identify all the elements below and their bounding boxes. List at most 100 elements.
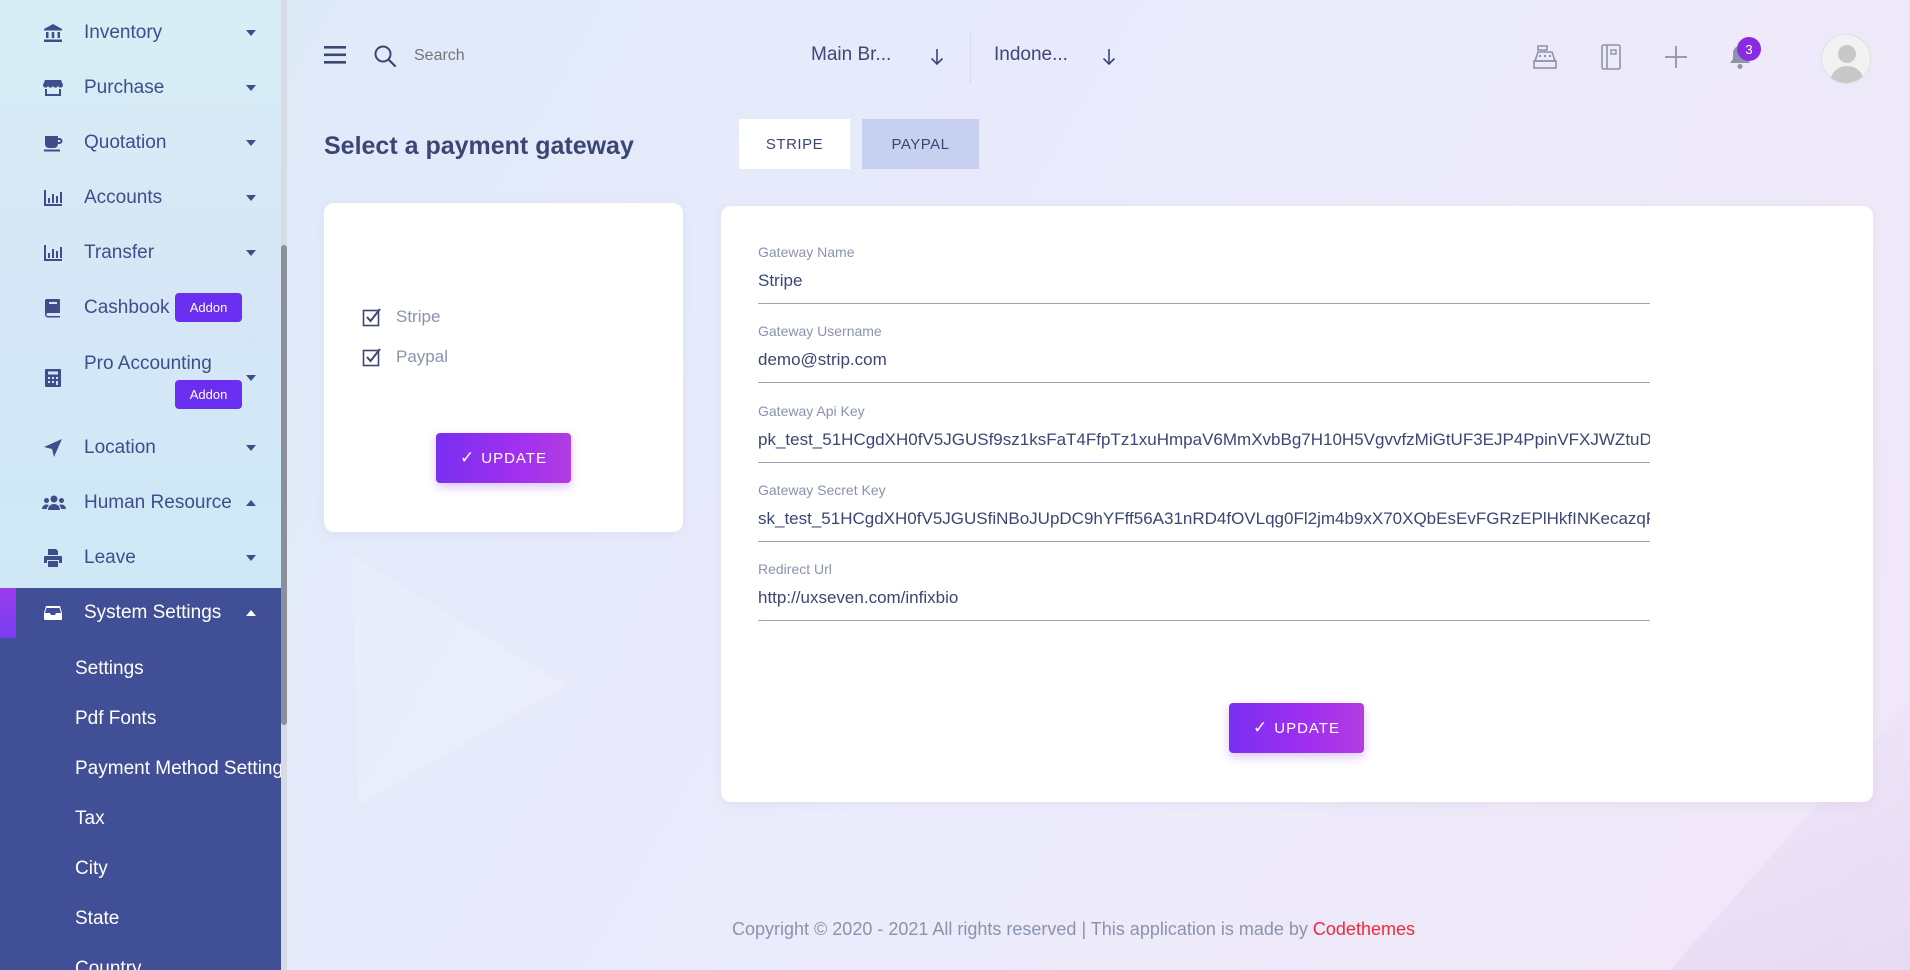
hamburger-menu-icon[interactable] bbox=[324, 45, 348, 65]
sidebar-item-accounts[interactable]: Accounts bbox=[0, 173, 281, 223]
chevron-down-icon bbox=[246, 375, 256, 381]
chart-icon bbox=[42, 187, 64, 209]
checkbox-checked-icon[interactable] bbox=[362, 307, 382, 327]
gateway-name-field: Gateway Name bbox=[758, 244, 1650, 304]
sidebar-item-label: Transfer bbox=[84, 242, 155, 263]
search-icon[interactable] bbox=[373, 44, 397, 68]
gateway-api-key-input[interactable] bbox=[758, 421, 1650, 463]
sidebar-item-transfer[interactable]: Transfer bbox=[0, 228, 281, 278]
inbox-icon bbox=[42, 602, 64, 624]
footer-text: Copyright © 2020 - 2021 All rights reser… bbox=[732, 919, 1313, 939]
chevron-down-icon bbox=[246, 250, 256, 256]
gateway-option-label: Stripe bbox=[396, 307, 441, 326]
branch-select[interactable]: Main Br... bbox=[811, 44, 946, 74]
page-title: Select a payment gateway bbox=[324, 132, 634, 160]
country-select-value: Indone... bbox=[994, 44, 1068, 65]
submenu-item-payment-method-settings[interactable]: Payment Method Settings bbox=[75, 758, 281, 780]
checkbox-checked-icon[interactable] bbox=[362, 347, 382, 367]
field-label: Gateway Name bbox=[758, 244, 855, 260]
gateway-username-field: Gateway Username bbox=[758, 323, 1650, 383]
sidebar-item-label: Pro Accounting bbox=[84, 353, 212, 374]
gateway-name-input[interactable] bbox=[758, 262, 1650, 304]
scrollbar-thumb[interactable] bbox=[281, 245, 287, 725]
gateway-secret-key-input[interactable] bbox=[758, 500, 1650, 542]
branch-select-value: Main Br... bbox=[811, 44, 892, 65]
avatar[interactable] bbox=[1821, 34, 1871, 84]
redirect-url-field: Redirect Url bbox=[758, 561, 1650, 621]
tab-stripe[interactable]: STRIPE bbox=[739, 119, 850, 169]
chevron-down-icon bbox=[246, 30, 256, 36]
sidebar-item-label: Location bbox=[84, 437, 156, 458]
field-label: Redirect Url bbox=[758, 561, 832, 577]
sidebar-item-label: Accounts bbox=[84, 187, 163, 208]
gateway-username-input[interactable] bbox=[758, 341, 1650, 383]
submenu-item-pdf-fonts[interactable]: Pdf Fonts bbox=[75, 708, 156, 730]
active-indicator bbox=[0, 588, 16, 638]
chevron-down-icon bbox=[246, 140, 256, 146]
sidebar-item-label: Inventory bbox=[84, 22, 163, 43]
bank-icon bbox=[42, 22, 64, 44]
sidebar-item-label: Leave bbox=[84, 547, 136, 568]
checkmark-icon: ✓ bbox=[1253, 718, 1269, 737]
sidebar-item-label: Quotation bbox=[84, 132, 167, 153]
tab-paypal[interactable]: PAYPAL bbox=[862, 119, 979, 169]
chevron-down-icon bbox=[246, 445, 256, 451]
users-icon bbox=[42, 492, 66, 514]
button-label: UPDATE bbox=[481, 449, 547, 467]
location-arrow-icon bbox=[42, 437, 64, 459]
system-settings-submenu: Settings Pdf Fonts Payment Method Settin… bbox=[0, 638, 281, 970]
chevron-down-icon bbox=[246, 555, 256, 561]
addon-badge: Addon bbox=[175, 380, 242, 409]
addon-badge: Addon bbox=[175, 293, 242, 322]
sidebar-item-label: Purchase bbox=[84, 77, 165, 98]
sidebar-scrollbar[interactable] bbox=[281, 0, 287, 970]
submenu-item-state[interactable]: State bbox=[75, 908, 119, 930]
topbar-divider bbox=[970, 32, 971, 84]
submenu-item-tax[interactable]: Tax bbox=[75, 808, 105, 830]
button-label: UPDATE bbox=[1274, 719, 1340, 737]
notebook-icon[interactable] bbox=[1598, 43, 1624, 71]
sidebar-item-label: Cashbook bbox=[84, 297, 170, 318]
field-label: Gateway Username bbox=[758, 323, 882, 339]
sidebar-item-system-settings[interactable]: System Settings bbox=[0, 588, 281, 638]
search-input[interactable] bbox=[414, 47, 614, 65]
gateway-option-stripe[interactable]: Stripe bbox=[362, 307, 440, 327]
gateway-option-paypal[interactable]: Paypal bbox=[362, 347, 448, 367]
store-icon bbox=[42, 77, 64, 99]
chevron-up-icon bbox=[246, 610, 256, 616]
cash-register-icon[interactable] bbox=[1532, 44, 1558, 70]
country-select[interactable]: Indone... bbox=[994, 44, 1124, 74]
footer-brand-link[interactable]: Codethemes bbox=[1313, 919, 1415, 939]
form-update-button[interactable]: ✓ UPDATE bbox=[1229, 703, 1364, 753]
sidebar-item-purchase[interactable]: Purchase bbox=[0, 63, 281, 113]
background-decoration bbox=[248, 494, 566, 806]
coffee-icon bbox=[42, 132, 64, 154]
sidebar-item-human-resource[interactable]: Human Resource bbox=[0, 478, 281, 528]
redirect-url-input[interactable] bbox=[758, 579, 1650, 621]
chevron-down-icon bbox=[246, 85, 256, 91]
arrow-down-icon bbox=[1102, 48, 1116, 66]
sidebar-item-pro-accounting[interactable]: Pro Accounting Addon bbox=[0, 338, 281, 418]
gateway-update-button[interactable]: ✓ UPDATE bbox=[436, 433, 571, 483]
sidebar-item-quotation[interactable]: Quotation bbox=[0, 118, 281, 168]
submenu-item-country[interactable]: Country bbox=[75, 958, 142, 970]
field-label: Gateway Api Key bbox=[758, 403, 865, 419]
footer: Copyright © 2020 - 2021 All rights reser… bbox=[732, 919, 1415, 940]
gateway-api-key-field: Gateway Api Key bbox=[758, 403, 1650, 463]
calculator-icon bbox=[42, 367, 64, 389]
submenu-item-settings[interactable]: Settings bbox=[75, 658, 144, 680]
gateway-secret-key-field: Gateway Secret Key bbox=[758, 482, 1650, 542]
plus-icon[interactable] bbox=[1663, 44, 1689, 70]
sidebar-item-leave[interactable]: Leave bbox=[0, 533, 281, 583]
sidebar-item-label: Human Resource bbox=[84, 492, 232, 513]
checkmark-icon: ✓ bbox=[460, 448, 476, 467]
notification-badge: 3 bbox=[1737, 37, 1761, 61]
sidebar-item-location[interactable]: Location bbox=[0, 423, 281, 473]
field-label: Gateway Secret Key bbox=[758, 482, 886, 498]
submenu-item-city[interactable]: City bbox=[75, 858, 108, 880]
sidebar-item-cashbook[interactable]: Cashbook Addon bbox=[0, 283, 281, 333]
sidebar: Inventory Purchase Quotation Accounts Tr… bbox=[0, 0, 281, 970]
chart-icon bbox=[42, 242, 64, 264]
printer-icon bbox=[42, 547, 64, 569]
sidebar-item-inventory[interactable]: Inventory bbox=[0, 8, 281, 58]
